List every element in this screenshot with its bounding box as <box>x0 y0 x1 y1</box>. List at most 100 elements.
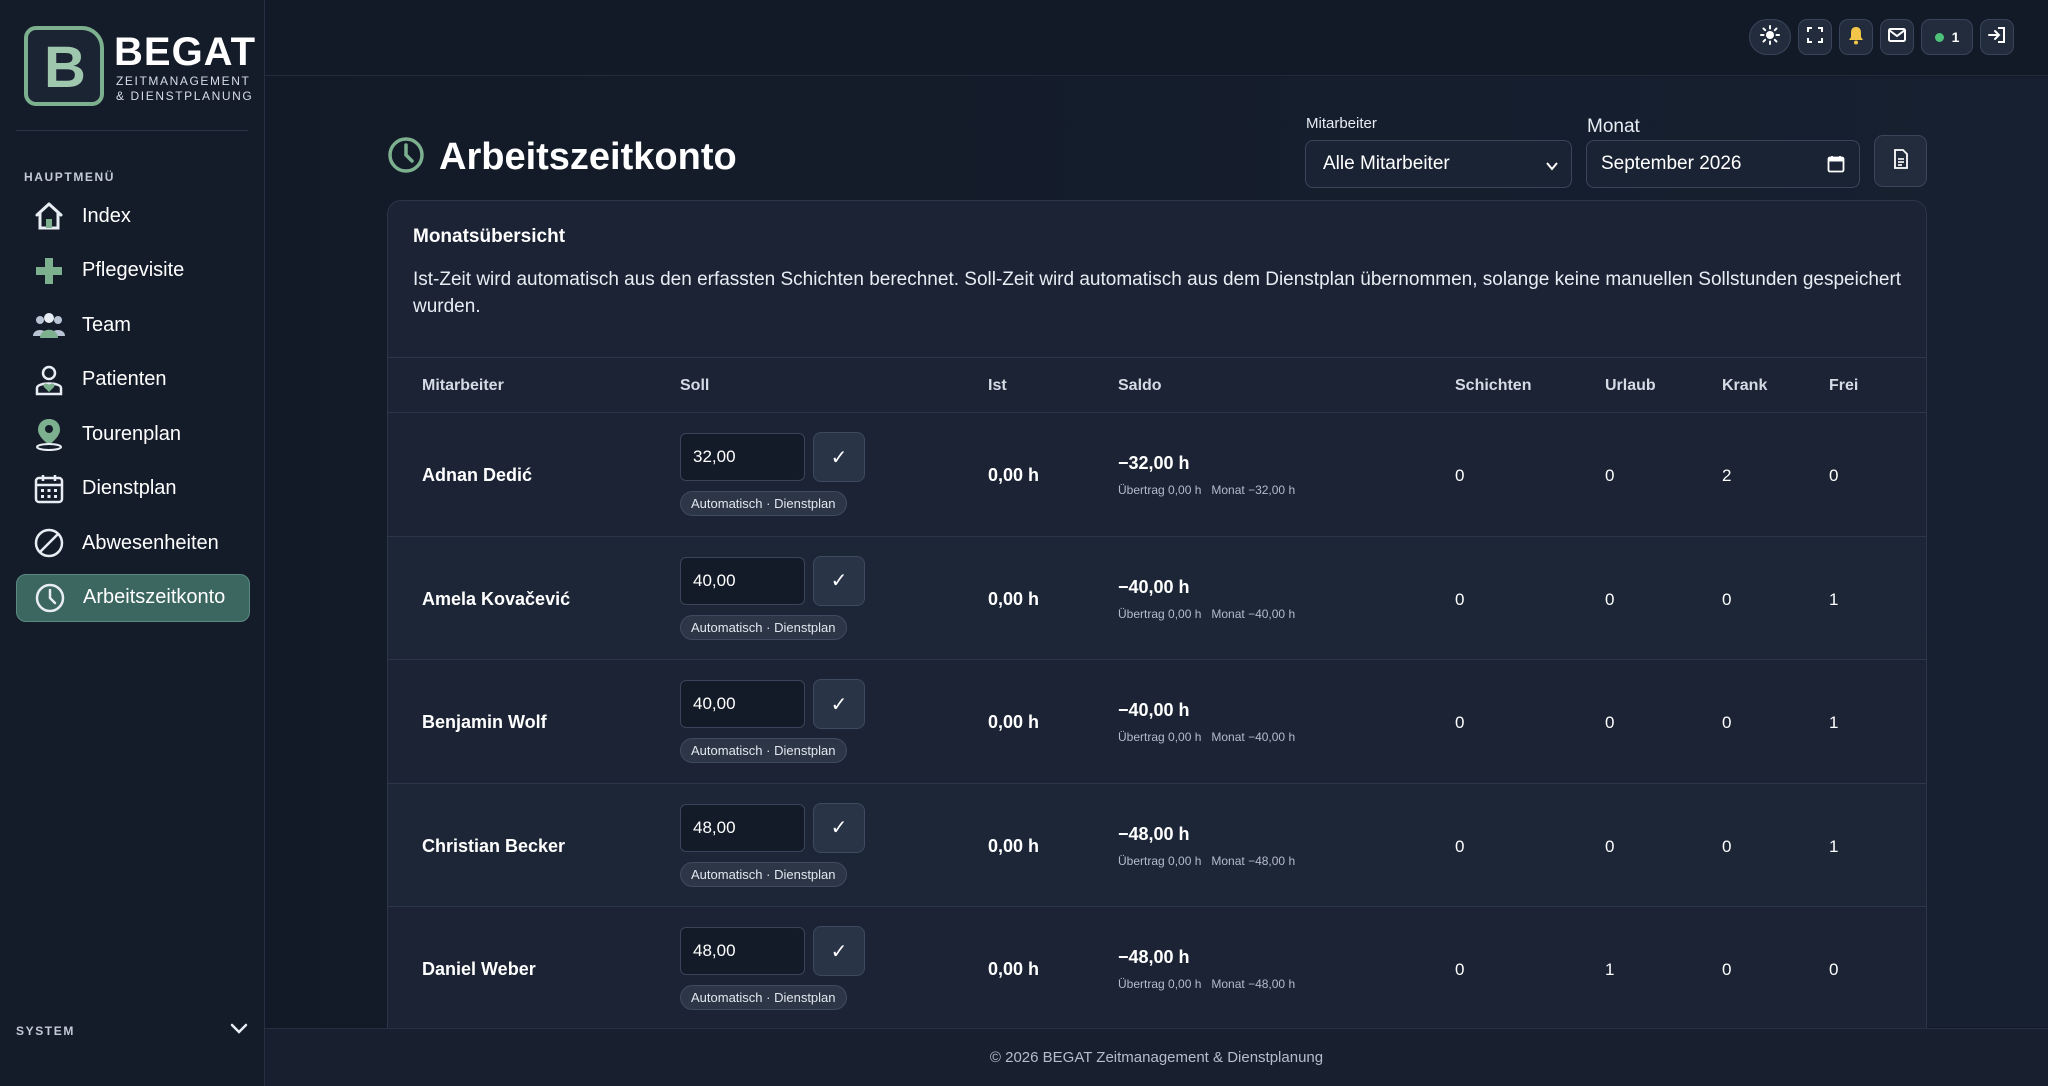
mail-icon <box>1888 27 1906 47</box>
employee-name: Daniel Weber <box>422 959 536 979</box>
sidebar-item-index[interactable]: Index <box>16 192 250 240</box>
system-section-label: SYSTEM <box>16 1024 75 1038</box>
absence-icon <box>32 526 66 560</box>
ist-value: 0,00 h <box>988 712 1040 732</box>
auto-source-badge: Automatisch · Dienstplan <box>680 614 847 640</box>
saldo-value: −40,00 h <box>1118 576 1190 597</box>
online-count: 1 <box>1951 29 1960 45</box>
sidebar-item-patienten[interactable]: Patienten <box>16 356 250 404</box>
theme-toggle-button[interactable] <box>1749 19 1791 55</box>
save-soll-button[interactable]: ✓ <box>813 926 865 976</box>
saldo-value: −48,00 h <box>1118 823 1190 844</box>
header-soll: Soll <box>680 377 710 394</box>
online-status-button[interactable]: 1 <box>1921 19 1973 55</box>
schichten-value: 0 <box>1455 836 1465 856</box>
sidebar-item-tourenplan[interactable]: Tourenplan <box>16 410 250 458</box>
soll-input[interactable]: 48,00 <box>680 927 805 975</box>
header-ist: Ist <box>988 377 1007 394</box>
auto-source-badge: Automatisch · Dienstplan <box>680 491 847 516</box>
messages-button[interactable] <box>1880 19 1914 55</box>
ist-value: 0,00 h <box>988 588 1040 609</box>
header-urlaub: Urlaub <box>1605 377 1656 394</box>
saldo-detail: Übertrag 0,00 h Monat −40,00 h <box>1118 730 1296 744</box>
soll-input[interactable]: 48,00 <box>680 803 805 852</box>
soll-input[interactable]: 40,00 <box>680 680 805 728</box>
sidebar-item-label: Abwesenheiten <box>82 531 219 554</box>
urlaub-value: 1 <box>1605 960 1615 979</box>
topbar-actions: 1 <box>1749 19 2014 55</box>
sidebar-item-arbeitszeitkonto[interactable]: Arbeitszeitkonto <box>16 573 250 622</box>
frei-value: 1 <box>1829 713 1839 732</box>
table-row: Daniel Weber 48,00 ✓ Automatisch · Diens… <box>388 907 1926 1029</box>
table-row: Amela Kovačević 40,00 ✓ Automatisch · Di… <box>388 536 1926 660</box>
krank-value: 0 <box>1722 960 1732 979</box>
menu-section-title: HAUPTMENÜ <box>24 170 116 184</box>
topbar: 1 <box>265 0 2048 76</box>
chevron-down-icon <box>1545 157 1559 179</box>
soll-input[interactable]: 40,00 <box>680 556 805 605</box>
status-icon <box>1934 32 1944 42</box>
soll-input[interactable]: 32,00 <box>680 433 805 481</box>
auto-source-badge: Automatisch · Dienstplan <box>680 985 847 1010</box>
calendar-icon[interactable] <box>1827 155 1845 179</box>
header-krank: Krank <box>1722 377 1768 394</box>
logo-letter: B <box>44 35 86 100</box>
logout-button[interactable] <box>1980 19 2014 55</box>
header-frei: Frei <box>1829 377 1859 394</box>
auto-source-badge: Automatisch · Dienstplan <box>680 738 847 763</box>
table-row: Christian Becker 48,00 ✓ Automatisch · D… <box>388 783 1926 907</box>
chevron-down-icon <box>230 1022 248 1040</box>
clock-icon <box>387 136 425 179</box>
frei-value: 0 <box>1829 960 1839 979</box>
schichten-value: 0 <box>1455 713 1465 732</box>
sidebar-item-label: Pflegevisite <box>82 259 185 281</box>
ist-value: 0,00 h <box>988 465 1040 485</box>
table-row: Benjamin Wolf 40,00 ✓ Automatisch · Dien… <box>388 660 1926 784</box>
clock-icon <box>33 581 67 615</box>
document-icon <box>1893 148 1909 174</box>
auto-source-badge: Automatisch · Dienstplan <box>680 861 847 887</box>
employee-name: Adnan Dedić <box>422 465 533 485</box>
card-title: Monatsübersicht <box>413 226 566 247</box>
save-soll-button[interactable]: ✓ <box>813 802 865 853</box>
month-input[interactable]: September 2026 <box>1586 140 1860 188</box>
sidebar-item-dienstplan[interactable]: Dienstplan <box>16 465 250 513</box>
krank-value: 2 <box>1722 466 1732 485</box>
brand-subtitle: ZEITMANAGEMENT & DIENSTPLANUNG <box>116 74 256 104</box>
team-icon <box>32 308 66 342</box>
sidebar-item-label: Dienstplan <box>82 477 177 499</box>
notifications-button[interactable] <box>1839 19 1873 55</box>
brand-subtitle-line-1: ZEITMANAGEMENT <box>116 74 251 88</box>
frei-value: 0 <box>1829 466 1839 485</box>
sidebar: B BEGAT ZEITMANAGEMENT & DIENSTPLANUNG H… <box>0 0 265 1086</box>
sidebar-item-label: Arbeitszeitkonto <box>83 586 226 608</box>
employee-name: Benjamin Wolf <box>422 712 547 732</box>
header-saldo: Saldo <box>1118 377 1162 394</box>
page-header: Arbeitszeitkonto <box>387 136 737 179</box>
map-pin-icon <box>32 417 66 451</box>
sidebar-item-abwesenheiten[interactable]: Abwesenheiten <box>16 519 250 567</box>
system-section-toggle[interactable]: SYSTEM <box>16 1018 248 1044</box>
sidebar-item-team[interactable]: Team <box>16 301 250 349</box>
fullscreen-button[interactable] <box>1798 19 1832 55</box>
sidebar-item-pflegevisite[interactable]: Pflegevisite <box>16 247 250 295</box>
urlaub-value: 0 <box>1605 713 1615 732</box>
work-time-table: Mitarbeiter Soll Ist Saldo Schichten Url… <box>388 357 1926 1029</box>
saldo-value: −40,00 h <box>1118 700 1190 720</box>
calendar-icon <box>32 472 66 506</box>
employee-select[interactable]: Alle Mitarbeiter <box>1305 140 1572 188</box>
save-soll-button[interactable]: ✓ <box>813 679 865 729</box>
card-description: Ist-Zeit wird automatisch aus den erfass… <box>413 269 1902 317</box>
saldo-detail: Übertrag 0,00 h Monat −32,00 h <box>1118 483 1296 497</box>
save-soll-button[interactable]: ✓ <box>813 432 865 482</box>
export-pdf-button[interactable] <box>1874 135 1927 187</box>
footer: © 2026 BEGAT Zeitmanagement & Dienstplan… <box>265 1028 2048 1086</box>
employee-select-value: Alle Mitarbeiter <box>1323 153 1450 174</box>
ist-value: 0,00 h <box>988 959 1040 979</box>
urlaub-value: 0 <box>1605 466 1615 485</box>
ist-value: 0,00 h <box>988 835 1040 856</box>
header-mitarbeiter: Mitarbeiter <box>422 377 504 394</box>
logout-icon <box>1987 26 2007 49</box>
save-soll-button[interactable]: ✓ <box>813 555 865 606</box>
brand-logo[interactable]: B BEGAT ZEITMANAGEMENT & DIENSTPLANUNG <box>24 26 255 108</box>
